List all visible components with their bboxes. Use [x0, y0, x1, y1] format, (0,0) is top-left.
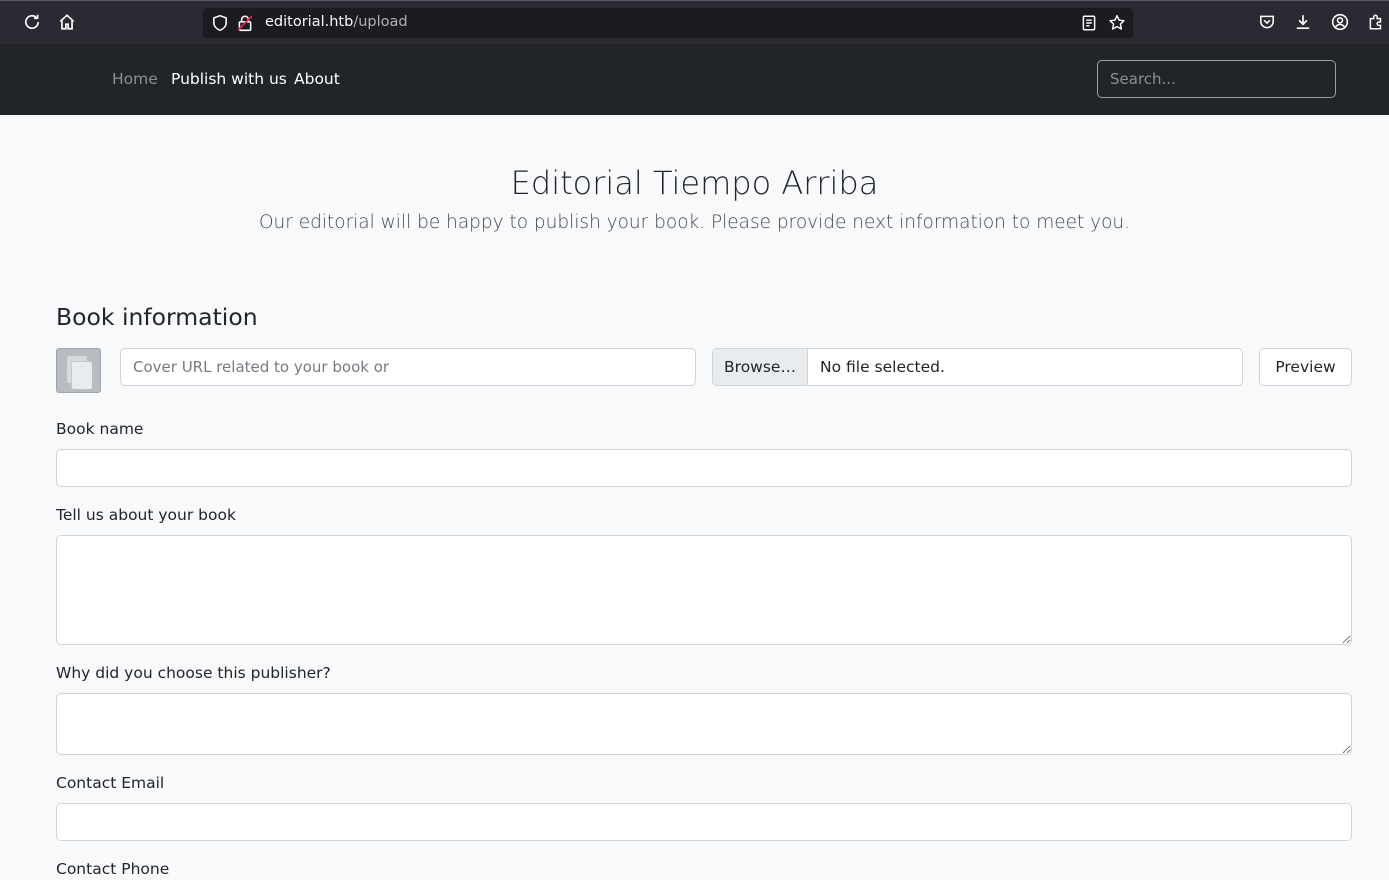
reader-view-icon[interactable]: [1080, 14, 1098, 32]
page-subtitle: Our editorial will be happy to publish y…: [258, 212, 1131, 233]
nav-publish-with-us[interactable]: Publish with us: [171, 70, 287, 88]
book-name-input[interactable]: [56, 449, 1352, 487]
shield-icon[interactable]: [211, 14, 229, 32]
preview-button[interactable]: Preview: [1259, 348, 1352, 386]
cover-file-input[interactable]: Browse… No file selected.: [712, 348, 1243, 386]
address-bar[interactable]: editorial.htb/upload: [203, 8, 1133, 38]
section-title-book-information: Book information: [56, 303, 258, 331]
page-title: Editorial Tiempo Arriba: [510, 164, 879, 202]
why-publisher-label: Why did you choose this publisher?: [56, 664, 331, 682]
cover-url-input[interactable]: [120, 348, 696, 386]
browse-button[interactable]: Browse…: [713, 349, 808, 385]
download-icon[interactable]: [1294, 13, 1312, 31]
browser-toolbar: editorial.htb/upload: [0, 0, 1389, 44]
lock-icon[interactable]: [236, 14, 254, 32]
cover-placeholder-icon: [56, 348, 101, 393]
cover-page-front: [72, 362, 92, 389]
account-icon[interactable]: [1331, 13, 1349, 31]
contact-email-input[interactable]: [56, 803, 1352, 841]
pocket-icon[interactable]: [1258, 13, 1276, 31]
book-about-textarea[interactable]: [56, 535, 1352, 645]
url-text[interactable]: editorial.htb/upload: [265, 14, 408, 30]
reload-icon[interactable]: [23, 13, 41, 31]
bookmark-star-icon[interactable]: [1108, 14, 1126, 32]
search-input[interactable]: [1097, 60, 1336, 98]
why-publisher-textarea[interactable]: [56, 693, 1352, 755]
home-icon[interactable]: [58, 13, 76, 31]
book-about-label: Tell us about your book: [56, 506, 236, 524]
nav-home[interactable]: Home: [112, 70, 158, 88]
extensions-icon[interactable]: [1367, 13, 1385, 31]
url-path: /upload: [353, 14, 408, 30]
url-host: editorial.htb: [265, 14, 354, 30]
contact-phone-label: Contact Phone: [56, 860, 170, 878]
site-navbar: Home Publish with us About: [0, 44, 1389, 115]
contact-email-label: Contact Email: [56, 774, 165, 792]
file-status-text: No file selected.: [820, 358, 945, 376]
nav-about[interactable]: About: [294, 70, 340, 88]
book-name-label: Book name: [56, 420, 144, 438]
